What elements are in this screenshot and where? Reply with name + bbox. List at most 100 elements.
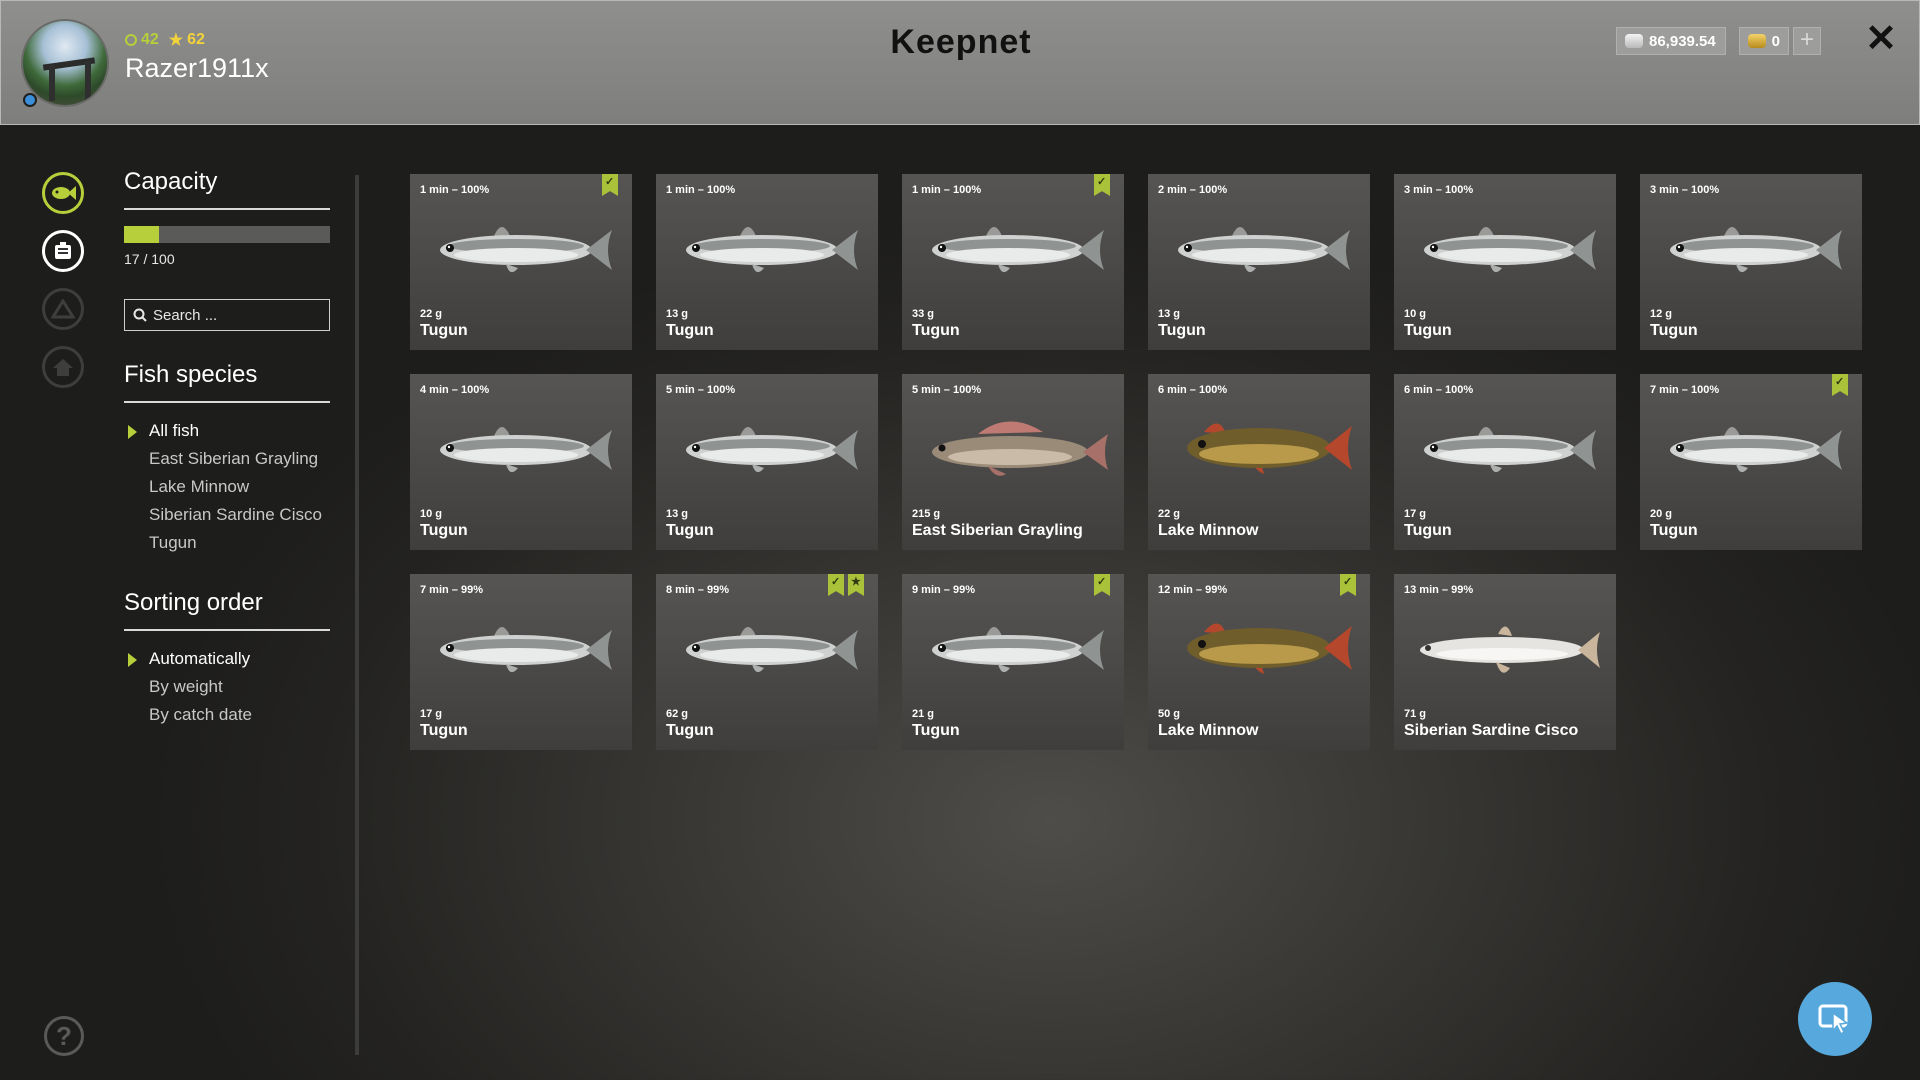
filter-sidebar: Capacity 17 / 100 Fish species All fish E…	[124, 168, 330, 729]
capacity-section: Capacity 17 / 100	[124, 168, 330, 267]
catch-time: 8 min – 99%	[666, 584, 729, 596]
bucket-icon[interactable]	[42, 230, 84, 272]
fish-card[interactable]: 3 min – 100% 10 g Tugun	[1394, 174, 1616, 350]
fish-name: Tugun	[1650, 322, 1698, 339]
fish-tugun-image	[918, 210, 1108, 290]
fish-grid: 1 min – 100% ✓ 22 g Tugun 1 min – 100% 13 g Tu…	[410, 174, 1870, 750]
fish-card[interactable]: 12 min – 99% ✓ 50 g Lake Minnow	[1148, 574, 1370, 750]
fish-card[interactable]: 3 min – 100% 12 g Tugun	[1640, 174, 1862, 350]
catch-time: 5 min – 100%	[666, 384, 736, 396]
fish-weight: 13 g	[1158, 308, 1181, 320]
fish-species-section: Fish species All fish East Siberian Grayl…	[124, 361, 330, 557]
capacity-bar-fill	[124, 226, 160, 243]
fish-weight: 10 g	[420, 508, 443, 520]
card-flags: ✓	[1340, 574, 1356, 596]
card-flags: ✓	[1094, 174, 1110, 196]
catch-time: 1 min – 100%	[666, 184, 736, 196]
species-option[interactable]: All fish	[124, 417, 330, 445]
fish-card[interactable]: 5 min – 100% 13 g Tugun	[656, 374, 878, 550]
fish-card[interactable]: 8 min – 99% ✓ ★ 62 g Tugun	[656, 574, 878, 750]
fish-name: Tugun	[420, 522, 468, 539]
silver-balance: 86,939.54	[1616, 27, 1726, 55]
fish-tugun-image	[426, 210, 616, 290]
fish-weight: 10 g	[1404, 308, 1427, 320]
selected-arrow-icon	[128, 425, 137, 439]
species-option[interactable]: East Siberian Grayling	[124, 445, 330, 473]
fish-name: Tugun	[1404, 522, 1452, 539]
cursor-mode-button[interactable]	[1798, 982, 1872, 1056]
fish-name: Lake Minnow	[1158, 522, 1259, 539]
fish-weight: 215 g	[912, 508, 941, 520]
sort-option[interactable]: By catch date	[124, 701, 330, 729]
fish-card[interactable]: 9 min – 99% ✓ 21 g Tugun	[902, 574, 1124, 750]
fish-card[interactable]: 7 min – 100% ✓ 20 g Tugun	[1640, 374, 1862, 550]
fish-weight: 50 g	[1158, 708, 1181, 720]
fish-tugun-image	[672, 410, 862, 490]
sort-option-label: By weight	[149, 677, 223, 696]
fish-name: Tugun	[912, 322, 960, 339]
header-bar: 42 ★ 62 Razer1911x Keepnet 86,939.54 0 +…	[0, 0, 1920, 125]
fish-card[interactable]: 13 min – 99% 71 g Siberian Sardine Cisco	[1394, 574, 1616, 750]
species-option[interactable]: Siberian Sardine Cisco	[124, 501, 330, 529]
catch-time: 2 min – 100%	[1158, 184, 1228, 196]
fish-weight: 71 g	[1404, 708, 1427, 720]
search-field[interactable]	[124, 299, 330, 331]
fish-card[interactable]: 1 min – 100% 13 g Tugun	[656, 174, 878, 350]
fish-tugun-image	[1656, 410, 1846, 490]
sort-option-label: Automatically	[149, 649, 251, 668]
fish-card[interactable]: 1 min – 100% ✓ 33 g Tugun	[902, 174, 1124, 350]
fish-tugun-image	[672, 210, 862, 290]
sidebar-divider	[355, 175, 359, 1055]
add-currency-button[interactable]: +	[1793, 27, 1821, 55]
species-option-label: East Siberian Grayling	[149, 449, 319, 468]
species-option-label: Lake Minnow	[149, 477, 250, 496]
fish-name: East Siberian Grayling	[912, 522, 1083, 539]
checked-bookmark-icon: ✓	[602, 174, 618, 196]
fish-card[interactable]: 1 min – 100% ✓ 22 g Tugun	[410, 174, 632, 350]
species-option-label: Siberian Sardine Cisco	[149, 505, 322, 524]
fish-grayling-image	[918, 410, 1108, 490]
help-icon[interactable]: ?	[44, 1016, 84, 1056]
search-icon	[133, 308, 147, 322]
card-flags: ✓	[602, 174, 618, 196]
sort-option[interactable]: Automatically	[124, 645, 330, 673]
catch-time: 1 min – 100%	[420, 184, 490, 196]
catch-time: 7 min – 100%	[1650, 384, 1720, 396]
fish-card[interactable]: 2 min – 100% 13 g Tugun	[1148, 174, 1370, 350]
catch-time: 4 min – 100%	[420, 384, 490, 396]
sorting-title: Sorting order	[124, 589, 330, 631]
close-button[interactable]: ✕	[1863, 20, 1899, 58]
fish-card[interactable]: 5 min – 100% 215 g East Siberian Grayling	[902, 374, 1124, 550]
fish-name: Tugun	[1158, 322, 1206, 339]
gold-value: 0	[1771, 32, 1780, 50]
fish-name: Tugun	[666, 322, 714, 339]
fish-tugun-image	[1410, 210, 1600, 290]
fish-weight: 20 g	[1650, 508, 1673, 520]
search-input[interactable]	[153, 306, 313, 324]
fish-weight: 17 g	[1404, 508, 1427, 520]
species-option[interactable]: Tugun	[124, 529, 330, 557]
fish-weight: 22 g	[420, 308, 443, 320]
fish-card[interactable]: 6 min – 100% 17 g Tugun	[1394, 374, 1616, 550]
fish-name: Tugun	[666, 722, 714, 739]
selected-arrow-icon	[128, 653, 137, 667]
capacity-bar	[124, 226, 330, 243]
fish-name: Siberian Sardine Cisco	[1404, 722, 1579, 739]
cursor-icon	[1818, 1004, 1849, 1036]
tent-icon[interactable]	[42, 288, 84, 330]
favorite-star-icon: ★	[848, 574, 864, 596]
fish-tugun-image	[426, 610, 616, 690]
species-option[interactable]: Lake Minnow	[124, 473, 330, 501]
gold-coin-icon	[1748, 34, 1766, 48]
fish-card[interactable]: 7 min – 99% 17 g Tugun	[410, 574, 632, 750]
fish-card[interactable]: 6 min – 100% 22 g Lake Minnow	[1148, 374, 1370, 550]
home-icon[interactable]	[42, 346, 84, 388]
capacity-count: 17 / 100	[124, 251, 175, 267]
catch-time: 7 min – 99%	[420, 584, 483, 596]
keepnet-fish-icon[interactable]	[42, 172, 84, 214]
catch-time: 6 min – 100%	[1404, 384, 1474, 396]
sort-option[interactable]: By weight	[124, 673, 330, 701]
fish-card[interactable]: 4 min – 100% 10 g Tugun	[410, 374, 632, 550]
checked-bookmark-icon: ✓	[828, 574, 844, 596]
checked-bookmark-icon: ✓	[1094, 574, 1110, 596]
